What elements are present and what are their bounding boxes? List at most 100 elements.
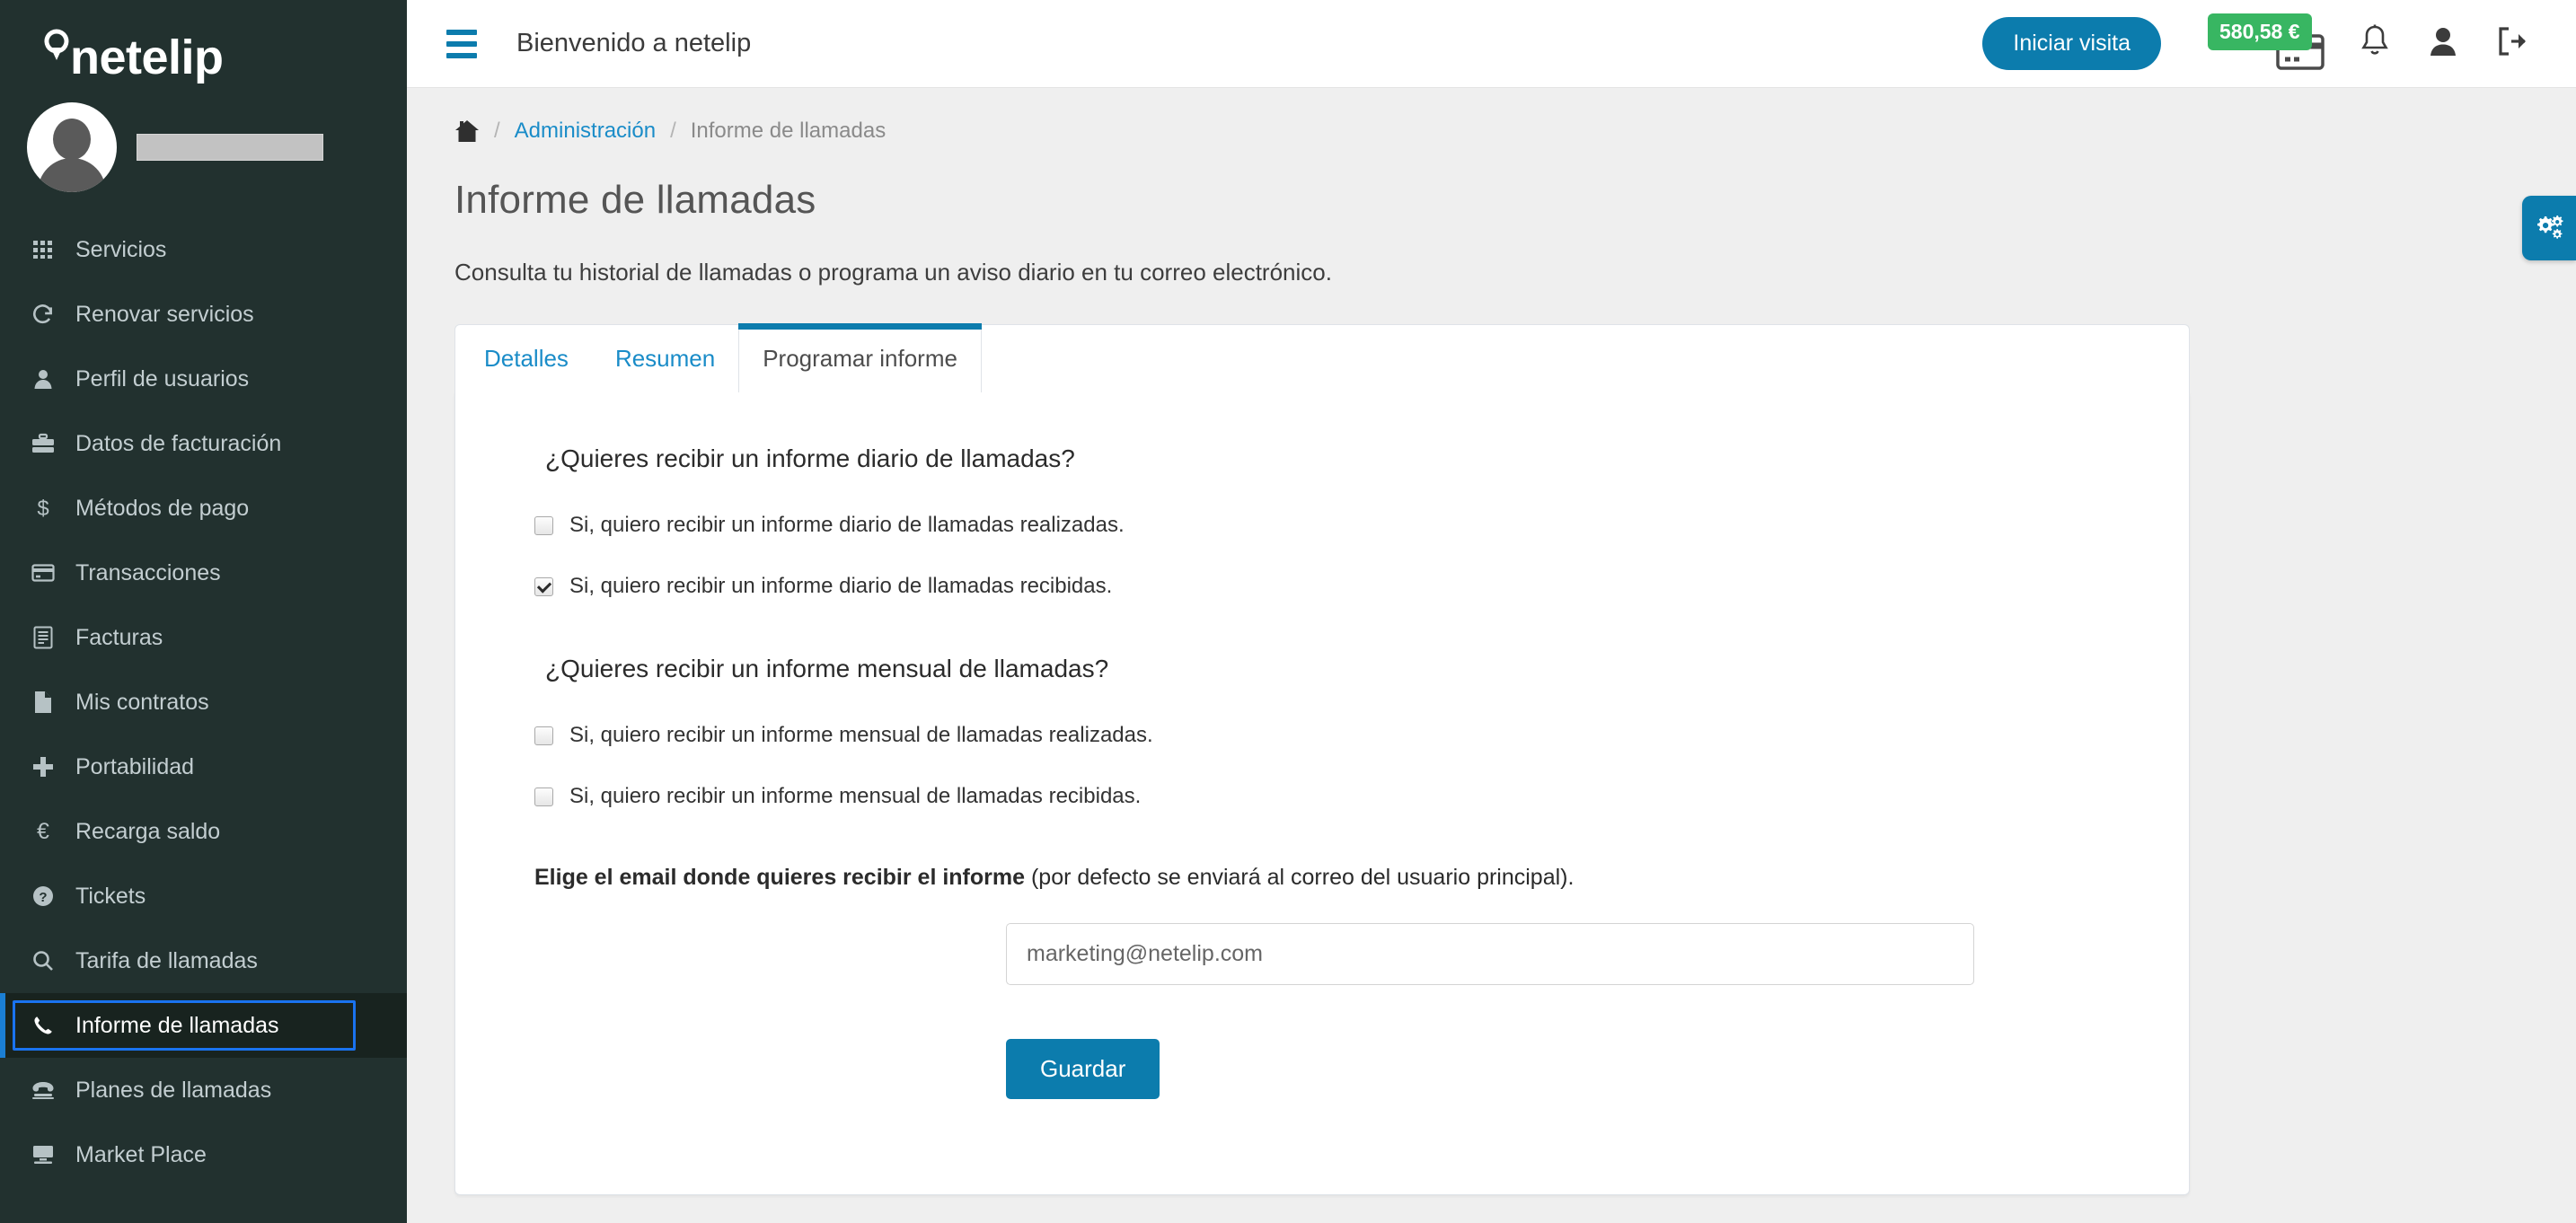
save-button[interactable]: Guardar xyxy=(1006,1039,1160,1099)
sidebar-item-label: Mis contratos xyxy=(75,689,209,715)
breadcrumb: / Administración / Informe de llamadas xyxy=(407,88,2576,144)
sidebar-item-informe-de-llamadas[interactable]: Informe de llamadas xyxy=(0,993,407,1058)
account-button[interactable] xyxy=(2409,10,2477,78)
tab-programar-informe[interactable]: Programar informe xyxy=(738,323,982,392)
euro-icon: € xyxy=(23,820,63,843)
sidebar-item-tarifa-de-llamadas[interactable]: Tarifa de llamadas xyxy=(0,928,407,993)
tab-resumen[interactable]: Resumen xyxy=(592,324,738,392)
sidebar-item-label: Informe de llamadas xyxy=(75,1012,279,1038)
sidebar-item-label: Servicios xyxy=(75,236,167,262)
checkbox-label: Si, quiero recibir un informe diario de … xyxy=(569,574,1113,598)
checkbox-daily-outgoing[interactable] xyxy=(534,515,553,535)
topbar-title: Bienvenido a netelip xyxy=(516,29,752,57)
brand-logo[interactable]: netelip xyxy=(0,0,407,86)
checkbox-monthly-outgoing[interactable] xyxy=(534,726,553,745)
start-visit-button[interactable]: Iniciar visita xyxy=(1982,17,2161,70)
email-label-rest: (por defecto se enviará al correo del us… xyxy=(1025,865,1575,890)
sidebar-item-label: Renovar servicios xyxy=(75,301,254,327)
checkbox-daily-incoming[interactable] xyxy=(534,576,553,596)
search-icon xyxy=(23,950,63,972)
checkbox-row[interactable]: Si, quiero recibir un informe mensual de… xyxy=(455,771,2189,822)
svg-text:$: $ xyxy=(37,497,49,520)
invoice-list-icon xyxy=(23,626,63,649)
checkbox-row[interactable]: Si, quiero recibir un informe mensual de… xyxy=(455,710,2189,761)
refresh-icon xyxy=(23,303,63,326)
sidebar-item-label: Perfil de usuarios xyxy=(75,365,250,392)
sidebar-item-facturas[interactable]: Facturas xyxy=(0,605,407,670)
breadcrumb-parent-link[interactable]: Administración xyxy=(515,119,656,144)
phone-icon xyxy=(23,1015,63,1036)
home-icon[interactable] xyxy=(454,119,480,143)
bell-icon xyxy=(2358,23,2392,64)
sidebar-item-label: Tarifa de llamadas xyxy=(75,947,258,973)
checkbox-row[interactable]: Si, quiero recibir un informe diario de … xyxy=(455,561,2189,612)
app-root: netelip Servicios Renovar servicios Perf… xyxy=(0,0,2576,1223)
telephone-icon xyxy=(23,1080,63,1100)
checkbox-label: Si, quiero recibir un informe mensual de… xyxy=(569,723,1153,747)
balance-widget[interactable]: 580,58 € xyxy=(2208,10,2325,78)
tab-detalles[interactable]: Detalles xyxy=(455,324,592,392)
monitor-icon xyxy=(23,1145,63,1165)
sidebar-item-label: Tickets xyxy=(75,883,146,909)
settings-fab-button[interactable] xyxy=(2522,196,2576,260)
tab-list: Detalles Resumen Programar informe xyxy=(454,323,2190,392)
sidebar-item-label: Market Place xyxy=(75,1141,207,1167)
sidebar-item-label: Recarga saldo xyxy=(75,818,221,844)
sidebar-item-portabilidad[interactable]: Portabilidad xyxy=(0,735,407,799)
checkbox-label: Si, quiero recibir un informe diario de … xyxy=(569,513,1125,537)
sidebar-user-block[interactable] xyxy=(0,86,407,194)
sidebar-item-label: Portabilidad xyxy=(75,753,195,779)
notifications-button[interactable] xyxy=(2341,10,2409,78)
gears-icon xyxy=(2534,213,2564,244)
sidebar-item-perfil-de-usuarios[interactable]: Perfil de usuarios xyxy=(0,347,407,411)
checkbox-monthly-incoming[interactable] xyxy=(534,787,553,806)
sidebar-item-mis-contratos[interactable]: Mis contratos xyxy=(0,670,407,735)
user-name-masked xyxy=(137,134,323,161)
sidebar-item-label: Datos de facturación xyxy=(75,430,282,456)
tabs-section: Detalles Resumen Programar informe ¿Quie… xyxy=(407,286,2190,1195)
sidebar-item-label: Transacciones xyxy=(75,559,221,585)
logout-icon xyxy=(2493,23,2529,64)
sidebar-item-tickets[interactable]: ? Tickets xyxy=(0,864,407,928)
checkbox-label: Si, quiero recibir un informe mensual de… xyxy=(569,784,1142,808)
grid-icon xyxy=(23,239,63,260)
daily-report-heading: ¿Quieres recibir un informe diario de ll… xyxy=(545,444,1075,472)
dollar-icon: $ xyxy=(23,497,63,520)
brand-name: netelip xyxy=(70,31,224,84)
topbar: Bienvenido a netelip Iniciar visita 580,… xyxy=(407,0,2576,88)
sidebar-item-planes-de-llamadas[interactable]: Planes de llamadas xyxy=(0,1058,407,1122)
plus-icon xyxy=(23,756,63,778)
email-field-label: Elige el email donde quieres recibir el … xyxy=(455,865,2189,891)
email-input-wrap xyxy=(455,923,2189,985)
tab-panel-programar-informe: ¿Quieres recibir un informe diario de ll… xyxy=(454,392,2190,1195)
credit-card-icon xyxy=(23,564,63,582)
question-circle-icon: ? xyxy=(23,885,63,907)
email-input[interactable] xyxy=(1006,923,1974,985)
breadcrumb-current: Informe de llamadas xyxy=(690,119,887,143)
breadcrumb-separator: / xyxy=(670,119,676,143)
sidebar-item-metodos-de-pago[interactable]: $ Métodos de pago xyxy=(0,476,407,541)
page-title: Informe de llamadas xyxy=(454,178,816,222)
page-description: Consulta tu historial de llamadas o prog… xyxy=(454,259,1332,286)
sidebar-item-datos-de-facturacion[interactable]: Datos de facturación xyxy=(0,411,407,476)
sidebar-item-transacciones[interactable]: Transacciones xyxy=(0,541,407,605)
svg-text:?: ? xyxy=(39,890,47,905)
topbar-actions: Iniciar visita 580,58 € xyxy=(1982,10,2545,78)
sidebar-item-market-place[interactable]: Market Place xyxy=(0,1122,407,1187)
logout-button[interactable] xyxy=(2477,10,2545,78)
balance-amount: 580,58 € xyxy=(2208,13,2312,50)
sidebar: netelip Servicios Renovar servicios Perf… xyxy=(0,0,407,1223)
hamburger-icon[interactable] xyxy=(446,29,477,58)
sidebar-item-label: Planes de llamadas xyxy=(75,1077,272,1103)
checkbox-row[interactable]: Si, quiero recibir un informe diario de … xyxy=(455,500,2189,550)
user-icon xyxy=(2426,23,2460,64)
sidebar-item-renovar-servicios[interactable]: Renovar servicios xyxy=(0,282,407,347)
sidebar-item-recarga-saldo[interactable]: € Recarga saldo xyxy=(0,799,407,864)
user-avatar-icon xyxy=(27,102,117,192)
sidebar-item-servicios[interactable]: Servicios xyxy=(0,217,407,282)
breadcrumb-separator: / xyxy=(494,119,500,143)
svg-text:€: € xyxy=(37,820,49,843)
sidebar-item-label: Métodos de pago xyxy=(75,495,250,521)
briefcase-icon xyxy=(23,433,63,454)
email-label-bold: Elige el email donde quieres recibir el … xyxy=(534,865,1026,890)
